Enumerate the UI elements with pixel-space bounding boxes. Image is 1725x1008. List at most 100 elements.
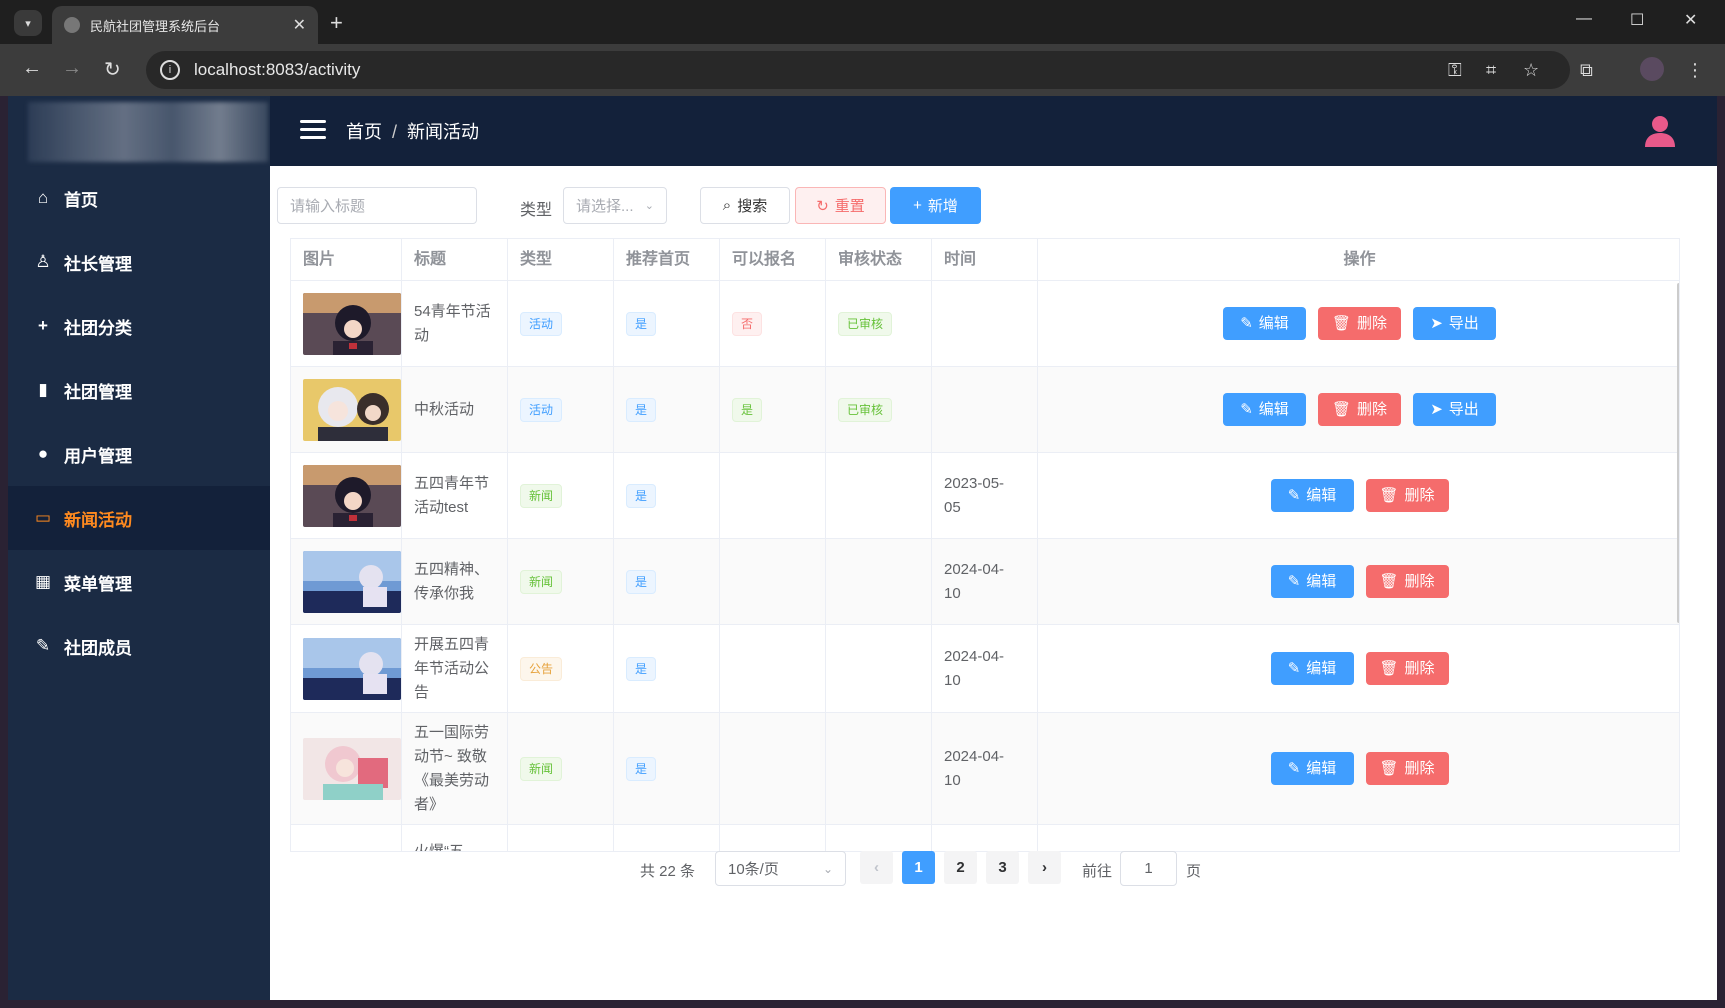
close-tab-icon[interactable]: ✕ <box>293 15 306 35</box>
status-cell <box>826 825 932 851</box>
key-icon[interactable]: ⚿ <box>1448 60 1462 81</box>
add-button-label: 新增 <box>927 198 958 215</box>
new-tab-button[interactable]: + <box>330 10 343 36</box>
delete-label: 删除 <box>1404 486 1435 504</box>
sidebar-item-news[interactable]: ▭ 新闻活动 <box>8 486 270 550</box>
delete-button[interactable]: 🗑 删除 <box>1365 752 1449 785</box>
maximize-icon[interactable]: ☐ <box>1630 10 1644 30</box>
page-size-select[interactable]: 10条/页 ⌄ <box>715 851 846 886</box>
ops-cell: ✎ 编辑 🗑 删除 <box>1038 539 1679 624</box>
recommend-cell: 是 <box>614 281 720 366</box>
sidebar-item-label: 社长管理 <box>64 254 132 274</box>
edit-icon: ✎ <box>1287 572 1301 590</box>
translate-icon[interactable]: ⌗ <box>1486 60 1496 81</box>
add-button[interactable]: + 新增 <box>890 187 981 224</box>
edit-icon: ✎ <box>35 636 51 655</box>
anime-thumbnail-image <box>303 637 401 700</box>
title-cell: 五四青年节 活动test <box>402 453 508 538</box>
sidebar: ⌂ 首页 ♙ 社长管理 + 社团分类 ▮ 社团管理 ● 用户管理 ▭ 新闻活动 <box>8 96 270 1000</box>
delete-button[interactable]: 🗑 删除 <box>1365 652 1449 685</box>
image-cell <box>291 453 402 538</box>
more-menu-icon[interactable]: ⋮ <box>1686 60 1704 81</box>
type-cell: 新闻 <box>508 453 614 538</box>
address-bar[interactable]: i localhost:8083/activity <box>146 51 1570 89</box>
edit-label: 编辑 <box>1306 572 1337 590</box>
user-avatar-icon[interactable] <box>1643 114 1677 148</box>
sidebar-item-home[interactable]: ⌂ 首页 <box>8 166 270 230</box>
ops-cell: ✎ 编辑 🗑 删除 ➤ 导出 <box>1038 281 1679 366</box>
type-cell: 新闻 <box>508 539 614 624</box>
recommend-tag: 是 <box>626 569 657 594</box>
prev-page-button[interactable]: ‹ <box>860 851 893 884</box>
signup-cell <box>720 539 826 624</box>
sidebar-item-users[interactable]: ● 用户管理 <box>8 422 270 486</box>
site-info-icon[interactable]: i <box>160 60 180 80</box>
back-icon[interactable]: ← <box>22 57 42 80</box>
browser-tab[interactable]: 民航社团管理系统后台 ✕ <box>52 6 318 44</box>
bookmark-star-icon[interactable]: ☆ <box>1523 60 1539 81</box>
profile-avatar[interactable] <box>1640 57 1664 81</box>
goto-page-input[interactable]: 1 <box>1120 851 1177 886</box>
image-cell <box>291 539 402 624</box>
page-button-1[interactable]: 1 <box>902 851 935 884</box>
sidebar-item-menu[interactable]: ▦ 菜单管理 <box>8 550 270 614</box>
type-cell: 新闻 <box>508 713 614 824</box>
sidebar-item-president[interactable]: ♙ 社长管理 <box>8 230 270 294</box>
edit-icon: ✎ <box>1240 314 1253 332</box>
edit-button[interactable]: ✎ 编辑 <box>1223 307 1306 340</box>
delete-button[interactable]: 🗑 删除 <box>1318 393 1401 426</box>
title-line: 活动test <box>414 498 469 516</box>
type-cell: 活动 <box>508 367 614 452</box>
sidebar-item-category[interactable]: + 社团分类 <box>8 294 270 358</box>
export-label: 导出 <box>1448 314 1479 332</box>
page-button-3[interactable]: 3 <box>986 851 1019 884</box>
export-button[interactable]: ➤ 导出 <box>1413 393 1496 426</box>
type-cell: 活动 <box>508 281 614 366</box>
trash-icon: 🗑 <box>1379 572 1399 590</box>
extensions-icon[interactable]: ⧉ <box>1580 60 1593 81</box>
user-outline-icon: ♙ <box>35 252 51 271</box>
header-ops: 操作 <box>1343 251 1376 268</box>
edit-button[interactable]: ✎ 编辑 <box>1270 565 1354 598</box>
menu-toggle-icon[interactable] <box>300 120 326 140</box>
export-button[interactable]: ➤ 导出 <box>1413 307 1496 340</box>
title-line: 告 <box>414 683 430 701</box>
minimize-icon[interactable]: — <box>1576 10 1592 28</box>
edit-button[interactable]: ✎ 编辑 <box>1223 393 1306 426</box>
table-row: 开展五四青 年节活动公告 公告 是 2024-04- 10 ✎ 编辑 🗑 删除 <box>291 625 1679 713</box>
recommend-cell: 是 <box>614 539 720 624</box>
title-search-input[interactable]: 请输入标题 <box>277 187 477 224</box>
side-menu: ⌂ 首页 ♙ 社长管理 + 社团分类 ▮ 社团管理 ● 用户管理 ▭ 新闻活动 <box>8 166 270 678</box>
breadcrumb-home[interactable]: 首页 <box>346 122 382 142</box>
status-cell: 已审核 <box>826 281 932 366</box>
delete-button[interactable]: 🗑 删除 <box>1365 479 1449 512</box>
table-scrollbar[interactable] <box>1677 283 1679 623</box>
type-cell <box>508 825 614 851</box>
tab-search-button[interactable]: ▾ <box>14 10 42 36</box>
signup-cell <box>720 625 826 712</box>
search-button[interactable]: ⌕ 搜索 <box>700 187 790 224</box>
reset-button[interactable]: ↻ 重置 <box>795 187 886 224</box>
reload-icon[interactable]: ↻ <box>104 57 121 82</box>
header-status: 审核状态 <box>826 239 932 281</box>
delete-button[interactable]: 🗑 删除 <box>1318 307 1401 340</box>
header-title: 标题 <box>402 239 508 281</box>
goto-label: 前往 <box>1082 863 1113 880</box>
close-window-icon[interactable]: ✕ <box>1684 10 1697 30</box>
forward-icon[interactable]: → <box>62 57 82 80</box>
sidebar-item-clubs[interactable]: ▮ 社团管理 <box>8 358 270 422</box>
title-cell: 五一国际劳 动节~ 致敬 《最美劳动 者》 <box>402 713 508 824</box>
browser-tabstrip: ▾ 民航社团管理系统后台 ✕ + — ☐ ✕ <box>0 0 1725 44</box>
title-line: 动节~ 致敬 <box>414 747 487 765</box>
edit-button[interactable]: ✎ 编辑 <box>1270 752 1354 785</box>
type-select[interactable]: 请选择... ⌄ <box>563 187 667 224</box>
trash-icon: 🗑 <box>1379 759 1399 777</box>
delete-button[interactable]: 🗑 删除 <box>1365 565 1449 598</box>
sidebar-item-members[interactable]: ✎ 社团成员 <box>8 614 270 678</box>
edit-button[interactable]: ✎ 编辑 <box>1270 479 1354 512</box>
title-line: 中秋活动 <box>414 400 475 418</box>
page-button-2[interactable]: 2 <box>944 851 977 884</box>
next-page-button[interactable]: › <box>1028 851 1061 884</box>
recommend-cell: 是 <box>614 453 720 538</box>
edit-button[interactable]: ✎ 编辑 <box>1270 652 1354 685</box>
